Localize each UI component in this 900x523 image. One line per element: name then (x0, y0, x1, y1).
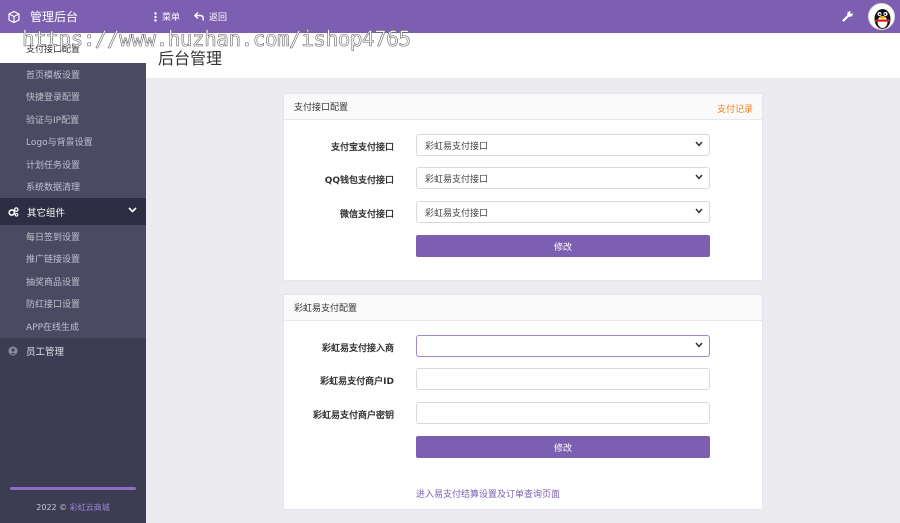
copyright-brand-link[interactable]: 彩虹云商城 (70, 503, 110, 512)
epay-config-panel: 彩虹易支付配置 彩虹易支付接入商 彩虹易支付商户ID 彩虹易支付商户密钥 修改 … (283, 294, 763, 510)
sidebar-item-label: 支付接口配置 (26, 44, 81, 55)
sidebar-item-label: 防红接口设置 (26, 300, 81, 311)
qqpay-label: QQ钱包支付接口 (324, 176, 394, 186)
epay-merchant-key-label: 彩虹易支付商户密钥 (312, 411, 394, 421)
menu-label: 菜单 (162, 13, 181, 23)
sidebar-item-home-template[interactable]: 首页模板设置 (0, 63, 146, 86)
chevron-down-icon (695, 141, 703, 147)
sidebar-item-anti-red[interactable]: 防红接口设置 (0, 292, 146, 315)
sidebar-item-label: 推广链接设置 (26, 255, 81, 266)
copyright: 2022 © 彩虹云商城 (0, 502, 146, 513)
pay-config-panel: 支付接口配置 支付记录 支付宝支付接口 彩虹易支付接口 QQ钱包支付接口 彩虹易… (283, 93, 763, 281)
epay-provider-select[interactable] (416, 335, 710, 357)
panel-title: 彩虹易支付配置 (294, 304, 358, 314)
chevron-down-icon (695, 342, 703, 348)
sidebar-item-daily-signin[interactable]: 每日签到设置 (0, 225, 146, 248)
sidebar-item-label: APP在线生成 (26, 322, 80, 333)
sidebar-item-label: 每日签到设置 (26, 232, 81, 243)
sidebar-item-cron[interactable]: 计划任务设置 (0, 153, 146, 176)
qqpay-row: QQ钱包支付接口 彩虹易支付接口 (284, 167, 762, 189)
sidebar-item-promo-link[interactable]: 推广链接设置 (0, 247, 146, 270)
copyright-year: 2022 © (36, 503, 68, 512)
epay-merchant-id-label: 彩虹易支付商户ID (320, 377, 394, 387)
sidebar-item-app-gen[interactable]: APP在线生成 (0, 315, 146, 338)
sidebar-item-label: 验证与IP配置 (26, 115, 80, 126)
pay-records-link[interactable]: 支付记录 (717, 102, 753, 115)
epay-merchant-id-row: 彩虹易支付商户ID (284, 368, 762, 390)
sidebar-item-verify-ip[interactable]: 验证与IP配置 (0, 108, 146, 131)
panel-header: 彩虹易支付配置 (284, 295, 762, 321)
alipay-row: 支付宝支付接口 彩虹易支付接口 (284, 134, 762, 156)
wxpay-label: 微信支付接口 (339, 210, 394, 220)
sidebar-group-staff[interactable]: 员工管理 (0, 337, 146, 365)
epay-provider-label: 彩虹易支付接入商 (321, 344, 394, 354)
alipay-label: 支付宝支付接口 (330, 143, 394, 153)
sidebar-item-label: Logo与背景设置 (26, 138, 93, 149)
sidebar-footer: 2022 © 彩虹云商城 (0, 487, 146, 523)
wxpay-row: 微信支付接口 彩虹易支付接口 (284, 201, 762, 223)
wxpay-select[interactable]: 彩虹易支付接口 (416, 201, 710, 223)
sidebar-item-label: 系统数据清理 (26, 183, 81, 194)
epay-settlement-link[interactable]: 进入易支付结算设置及订单查询页面 (416, 487, 560, 500)
sidebar-item-label: 抽奖商品设置 (26, 277, 81, 288)
back-arrow-icon (194, 12, 204, 21)
select-value: 彩虹易支付接口 (425, 141, 489, 152)
alipay-select[interactable]: 彩虹易支付接口 (416, 134, 710, 156)
sidebar-item-data-cleanup[interactable]: 系统数据清理 (0, 175, 146, 198)
epay-merchant-id-input[interactable] (416, 368, 710, 390)
sidebar-group-label: 其它组件 (27, 207, 66, 219)
qqpay-select[interactable]: 彩虹易支付接口 (416, 167, 710, 189)
back-label: 返回 (209, 13, 228, 23)
cube-icon (8, 10, 20, 23)
sidebar-item-logo-bg[interactable]: Logo与背景设置 (0, 130, 146, 153)
page-header: 后台管理 (146, 33, 900, 78)
chevron-down-icon (695, 174, 703, 180)
top-bar: 管理后台 菜单 返回 (0, 0, 900, 33)
select-value: 彩虹易支付接口 (425, 208, 489, 219)
sidebar: 支付接口配置 首页模板设置 快捷登录配置 验证与IP配置 Logo与背景设置 计… (0, 33, 146, 523)
qq-penguin-avatar (874, 9, 891, 29)
avatar[interactable] (868, 3, 895, 30)
sidebar-item-pay-config[interactable]: 支付接口配置 (0, 33, 146, 63)
epay-merchant-key-input[interactable] (416, 402, 710, 424)
epay-config-submit-button[interactable]: 修改 (416, 436, 710, 458)
sidebar-item-label: 计划任务设置 (26, 160, 81, 171)
vertical-dots-icon (154, 11, 157, 22)
chevron-down-icon (128, 207, 137, 213)
sidebar-item-lottery[interactable]: 抽奖商品设置 (0, 270, 146, 293)
back-button[interactable]: 返回 (194, 0, 227, 33)
pay-config-submit-button[interactable]: 修改 (416, 235, 710, 257)
chevron-down-icon (695, 208, 703, 214)
brand-title: 管理后台 (30, 10, 79, 24)
sidebar-divider (10, 487, 136, 490)
sidebar-item-label: 快捷登录配置 (26, 93, 81, 104)
epay-provider-row: 彩虹易支付接入商 (284, 335, 762, 357)
gears-icon (8, 206, 19, 217)
menu-button[interactable]: 菜单 (154, 0, 180, 33)
epay-merchant-key-row: 彩虹易支付商户密钥 (284, 402, 762, 424)
brand[interactable]: 管理后台 (0, 0, 146, 33)
user-circle-icon (8, 346, 18, 356)
panel-title: 支付接口配置 (294, 103, 349, 113)
sidebar-item-quick-login[interactable]: 快捷登录配置 (0, 85, 146, 108)
panel-header: 支付接口配置 支付记录 (284, 94, 762, 120)
sidebar-group-other[interactable]: 其它组件 (0, 198, 146, 225)
wrench-icon[interactable] (842, 10, 854, 22)
select-value: 彩虹易支付接口 (425, 174, 489, 185)
sidebar-item-label: 首页模板设置 (26, 70, 81, 81)
sidebar-group-label: 员工管理 (26, 347, 65, 358)
page-title: 后台管理 (158, 49, 223, 68)
